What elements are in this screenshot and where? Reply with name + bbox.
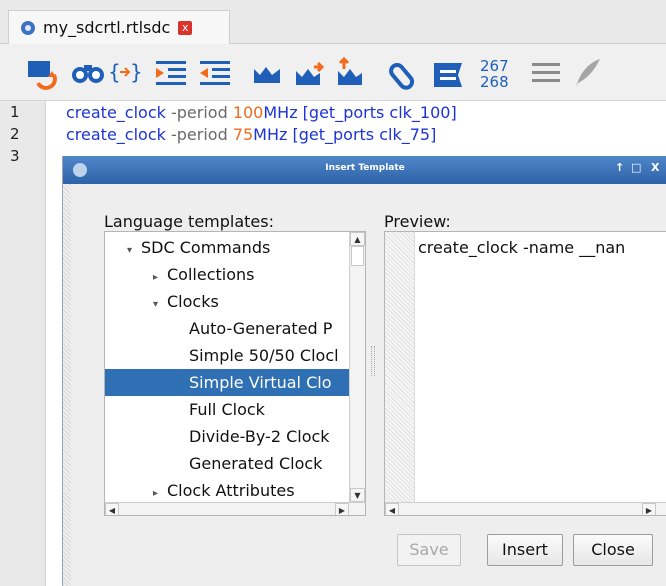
dialog-border bbox=[63, 184, 71, 586]
command-token: create_clock bbox=[66, 125, 166, 144]
option-token: -period bbox=[165, 103, 233, 122]
scroll-left-icon[interactable]: ◀ bbox=[385, 503, 399, 515]
tree-item-simple-virtual-clock[interactable]: Simple Virtual Clo bbox=[105, 369, 349, 396]
block-comment-icon[interactable] bbox=[250, 53, 286, 91]
chevron-down-icon[interactable]: ▾ bbox=[153, 291, 167, 315]
svg-text:{: { bbox=[108, 60, 121, 84]
tree-vertical-scrollbar[interactable]: ▲ ▼ bbox=[349, 232, 365, 502]
tree-item-generated-clock[interactable]: Generated Clock bbox=[105, 450, 349, 477]
close-icon[interactable]: X bbox=[651, 161, 659, 174]
tree-item-sdc-commands[interactable]: ▾ SDC Commands bbox=[105, 234, 349, 261]
preview-gutter bbox=[385, 232, 415, 502]
unit-token: MHz bbox=[253, 125, 288, 144]
close-button[interactable]: Close bbox=[573, 534, 653, 566]
line-number: 1 bbox=[10, 103, 20, 121]
unit-token: MHz bbox=[263, 103, 298, 122]
preview-label: Preview: bbox=[384, 212, 451, 231]
dialog-title-bar[interactable]: Insert Template ↑ □ X bbox=[63, 156, 666, 184]
pane-splitter[interactable] bbox=[371, 346, 375, 376]
tree-item-collections[interactable]: ▸ Collections bbox=[105, 261, 349, 288]
feather-icon[interactable] bbox=[572, 53, 602, 91]
move-to-icon[interactable] bbox=[292, 53, 328, 91]
svg-text:}: } bbox=[130, 60, 143, 84]
preview-pane[interactable]: create_clock -name __nan ◀ ▶ bbox=[384, 231, 666, 516]
save-button[interactable]: Save bbox=[397, 534, 461, 566]
argument-token: [get_ports clk_100] bbox=[297, 103, 457, 122]
option-token: -period bbox=[165, 125, 233, 144]
code-line-2: create_clock -period 75MHz [get_ports cl… bbox=[66, 125, 436, 144]
preview-horizontal-scrollbar[interactable]: ◀ ▶ bbox=[385, 502, 666, 515]
scroll-left-icon[interactable]: ◀ bbox=[105, 503, 119, 515]
align-icon[interactable] bbox=[528, 53, 564, 91]
scroll-thumb[interactable] bbox=[351, 246, 364, 266]
decrease-indent-icon[interactable] bbox=[196, 53, 234, 91]
scroll-up-icon[interactable]: ▲ bbox=[350, 232, 365, 246]
move-from-icon[interactable] bbox=[334, 53, 370, 91]
attach-icon[interactable] bbox=[386, 53, 422, 91]
insert-template-dialog: Insert Template ↑ □ X Language templates… bbox=[62, 156, 666, 586]
insert-template-icon[interactable]: {} bbox=[108, 53, 144, 91]
tree-item-full-clock[interactable]: Full Clock bbox=[105, 396, 349, 423]
line-numbers-icon[interactable]: 267 268 bbox=[478, 53, 522, 91]
command-token: create_clock bbox=[66, 103, 166, 122]
toolbar: {} 267 268 bbox=[0, 45, 666, 101]
tree-item-divide-by-2-clock[interactable]: Divide-By-2 Clock bbox=[105, 423, 349, 450]
tree-item-clocks[interactable]: ▾ Clocks bbox=[105, 288, 349, 315]
line-number: 3 bbox=[10, 147, 20, 165]
insert-block-icon[interactable] bbox=[26, 53, 60, 91]
scroll-right-icon[interactable]: ▶ bbox=[642, 503, 656, 515]
chevron-down-icon[interactable]: ▾ bbox=[127, 237, 141, 261]
svg-text:268: 268 bbox=[480, 73, 509, 91]
insert-button[interactable]: Insert bbox=[487, 534, 563, 566]
template-tree[interactable]: ▾ SDC Commands ▸ Collections ▾ Clocks Auto-… bbox=[104, 231, 366, 516]
tab-label: my_sdcrtl.rtlsdc bbox=[43, 18, 171, 37]
scroll-right-icon[interactable]: ▶ bbox=[335, 503, 349, 515]
line-number-gutter: 1 2 3 bbox=[0, 101, 46, 586]
find-icon[interactable] bbox=[70, 53, 106, 91]
close-tab-icon[interactable]: x bbox=[178, 20, 193, 35]
dialog-title: Insert Template bbox=[325, 163, 405, 173]
chevron-right-icon[interactable]: ▸ bbox=[153, 264, 167, 288]
bookmark-icon[interactable] bbox=[430, 53, 466, 91]
editor-window: my_sdcrtl.rtlsdc x {} 267 268 1 2 3 crea… bbox=[0, 0, 666, 586]
restore-icon[interactable]: ↑ bbox=[615, 161, 624, 174]
tab-bar: my_sdcrtl.rtlsdc x bbox=[0, 0, 666, 44]
number-token: 100 bbox=[232, 103, 264, 122]
scroll-down-icon[interactable]: ▼ bbox=[350, 488, 365, 502]
increase-indent-icon[interactable] bbox=[152, 53, 190, 91]
file-icon bbox=[21, 20, 35, 35]
code-line-1: create_clock -period 100MHz [get_ports c… bbox=[66, 103, 457, 122]
argument-token: [get_ports clk_75] bbox=[287, 125, 437, 144]
number-token: 75 bbox=[232, 125, 254, 144]
chevron-right-icon[interactable]: ▸ bbox=[153, 480, 167, 504]
tree-item-clock-attributes[interactable]: ▸ Clock Attributes bbox=[105, 477, 349, 504]
maximize-icon[interactable]: □ bbox=[631, 161, 641, 174]
preview-text: create_clock -name __nan bbox=[418, 238, 626, 257]
tree-item-auto-generated[interactable]: Auto-Generated P bbox=[105, 315, 349, 342]
tab-my-sdcrtl[interactable]: my_sdcrtl.rtlsdc x bbox=[8, 10, 230, 44]
tree-horizontal-scrollbar[interactable]: ◀ ▶ bbox=[105, 502, 365, 515]
language-templates-label: Language templates: bbox=[104, 212, 274, 231]
tree-item-simple-50-50-clock[interactable]: Simple 50/50 Clocl bbox=[105, 342, 349, 369]
line-number: 2 bbox=[10, 125, 20, 143]
